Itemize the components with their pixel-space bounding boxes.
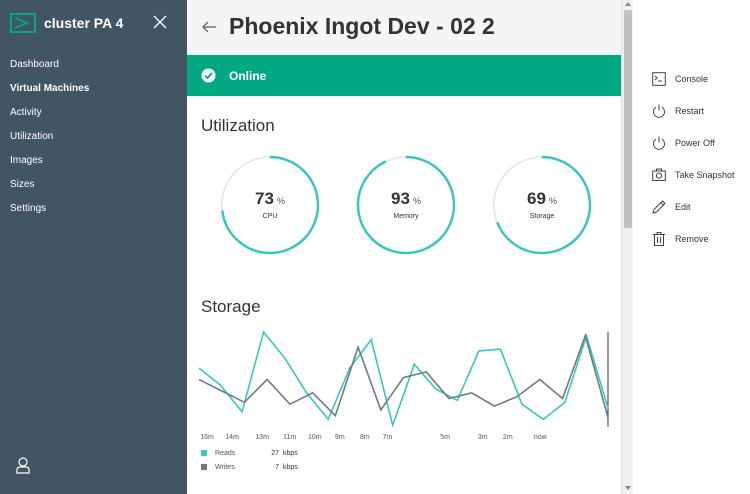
scrollbar-thumb[interactable] bbox=[624, 10, 632, 228]
close-icon[interactable] bbox=[151, 13, 169, 31]
x-tick-label: 11m bbox=[283, 434, 296, 441]
chart-legend: Reads 27 kbps Writes 7 kbps bbox=[201, 447, 401, 475]
legend-reads: Reads 27 kbps bbox=[201, 447, 401, 459]
power-icon bbox=[653, 104, 665, 118]
x-tick-label: 13m bbox=[255, 434, 269, 441]
edit-label: Edit bbox=[675, 202, 691, 212]
legend-reads-value: 27 bbox=[271, 449, 279, 457]
hpe-logo-icon bbox=[10, 13, 36, 33]
nav-settings[interactable]: Settings bbox=[0, 197, 187, 221]
x-tick-label: 16m bbox=[200, 434, 214, 441]
page-title: Phoenix Ingot Dev - 02 2 bbox=[229, 13, 495, 39]
cpu-label: CPU bbox=[262, 213, 278, 220]
legend-writes: Writes 7 kbps bbox=[201, 461, 401, 473]
status-banner: Online bbox=[187, 55, 621, 96]
nav-virtual-machines[interactable]: Virtual Machines bbox=[0, 77, 187, 101]
checkmark-circle-icon bbox=[201, 68, 216, 83]
x-tick-label: 9m bbox=[335, 434, 345, 441]
cpu-meter: 73% CPU bbox=[220, 155, 320, 255]
remove-action[interactable]: Remove bbox=[652, 230, 709, 248]
legend-reads-unit: kbps bbox=[283, 449, 298, 457]
nav-dashboard[interactable]: Dashboard bbox=[0, 53, 187, 77]
console-icon bbox=[652, 72, 666, 86]
sidebar: cluster PA 4 Dashboard Virtual Machines … bbox=[0, 0, 187, 494]
cpu-value: 73% bbox=[255, 189, 285, 208]
x-tick-label: 2m bbox=[503, 434, 513, 441]
back-arrow-icon[interactable] bbox=[201, 19, 217, 35]
series-line-writes bbox=[198, 333, 609, 418]
utilization-heading: Utilization bbox=[201, 116, 275, 135]
x-tick-label: 14m bbox=[225, 434, 239, 441]
x-tick-label: 5m bbox=[440, 434, 450, 441]
storage-label: Storage bbox=[529, 213, 555, 220]
memory-label: Memory bbox=[393, 213, 419, 220]
power-off-action[interactable]: Power Off bbox=[652, 134, 715, 152]
writes-swatch bbox=[201, 464, 207, 470]
nav-images[interactable]: Images bbox=[0, 149, 187, 173]
page-header: Phoenix Ingot Dev - 02 2 bbox=[187, 0, 621, 55]
actions-panel: Console Restart Power Off Take Snapshot … bbox=[633, 0, 750, 494]
storage-heading: Storage bbox=[201, 297, 261, 316]
scroll-up-arrow-icon[interactable] bbox=[625, 2, 631, 6]
main-content: Phoenix Ingot Dev - 02 2 Online Utilizat… bbox=[187, 0, 621, 494]
x-tick-label: 3m bbox=[478, 434, 488, 441]
power-icon bbox=[653, 136, 665, 150]
user-icon[interactable] bbox=[15, 456, 31, 474]
sidebar-nav: Dashboard Virtual Machines Activity Util… bbox=[0, 53, 187, 221]
x-tick-label: 10m bbox=[308, 434, 322, 441]
restart-action[interactable]: Restart bbox=[652, 102, 704, 120]
pencil-icon bbox=[652, 200, 666, 214]
take-snapshot-action[interactable]: Take Snapshot bbox=[652, 166, 735, 184]
reads-swatch bbox=[201, 450, 207, 456]
nav-sizes[interactable]: Sizes bbox=[0, 173, 187, 197]
x-tick-label: 8m bbox=[360, 434, 370, 441]
power-off-label: Power Off bbox=[675, 138, 715, 148]
take-snapshot-label: Take Snapshot bbox=[675, 170, 735, 180]
nav-activity[interactable]: Activity bbox=[0, 101, 187, 125]
storage-meter: 69% Storage bbox=[492, 155, 592, 255]
nav-utilization[interactable]: Utilization bbox=[0, 125, 187, 149]
legend-writes-name: Writes bbox=[215, 463, 235, 471]
brand: cluster PA 4 bbox=[10, 12, 123, 34]
remove-label: Remove bbox=[675, 234, 709, 244]
memory-value: 93% bbox=[391, 189, 421, 208]
storage-chart: 16m 14m 13m 11m 10m 9m 8m 7m 5m 3m 2m now bbox=[198, 330, 609, 441]
memory-meter: 93% Memory bbox=[356, 155, 456, 255]
status-label: Online bbox=[229, 69, 267, 83]
edit-action[interactable]: Edit bbox=[652, 198, 691, 216]
legend-reads-name: Reads bbox=[215, 449, 236, 457]
console-action[interactable]: Console bbox=[652, 70, 708, 88]
cluster-title: cluster PA 4 bbox=[44, 15, 124, 31]
main-scrollbar[interactable] bbox=[621, 0, 633, 494]
restart-label: Restart bbox=[675, 106, 705, 116]
legend-writes-value: 7 bbox=[275, 463, 279, 471]
x-tick-label: 7m bbox=[383, 434, 393, 441]
camera-icon bbox=[652, 168, 666, 181]
trash-icon bbox=[653, 232, 665, 246]
x-tick-label: now bbox=[534, 434, 548, 441]
console-label: Console bbox=[675, 74, 709, 84]
storage-value: 69% bbox=[527, 189, 557, 208]
scroll-down-arrow-icon[interactable] bbox=[625, 486, 631, 490]
legend-writes-unit: kbps bbox=[283, 463, 298, 471]
